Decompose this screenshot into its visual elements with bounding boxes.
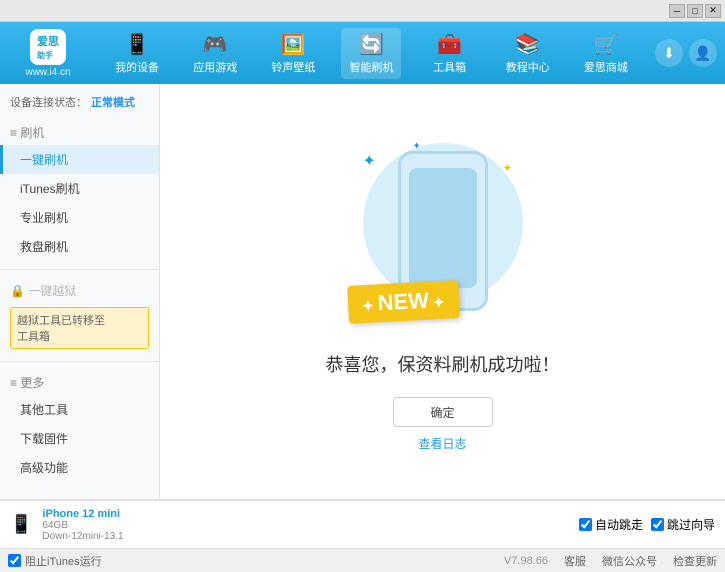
device-storage: 64GB: [42, 520, 123, 531]
nav-bar: 📱 我的设备 🎮 应用游戏 🖼️ 铃声壁纸 🔄 智能刷机 🧰 工具箱 📚 教程中…: [98, 28, 645, 79]
logo-icon: 爱思助手: [30, 29, 66, 65]
toolbox-icon: 🧰: [437, 32, 462, 57]
sidebar-itunes-flash[interactable]: iTunes刷机: [0, 174, 159, 203]
sidebar-flash-header: ≡ 刷机: [0, 120, 159, 145]
smart-flash-icon: 🔄: [359, 32, 384, 57]
sidebar-divider-2: [0, 361, 159, 362]
content-area: NEW ✦ ✦ ✦ 恭喜您，保资料刷机成功啦！ 确定 查看日志: [160, 84, 725, 499]
nav-shop[interactable]: 🛒 爱思商城: [576, 28, 636, 79]
shop-icon: 🛒: [593, 32, 618, 57]
wallpaper-icon: 🖼️: [281, 32, 306, 57]
wechat-link[interactable]: 微信公众号: [602, 553, 657, 569]
nav-my-device[interactable]: 📱 我的设备: [107, 28, 167, 79]
sparkle-1: ✦: [363, 151, 376, 171]
bottom-right-links: V7.98.66 客服 微信公众号 检查更新: [504, 553, 717, 569]
sidebar-download-firmware[interactable]: 下载固件: [0, 424, 159, 453]
sparkle-2: ✦: [502, 161, 512, 175]
minimize-button[interactable]: ─: [669, 4, 685, 18]
header-right: ⬇ 👤: [655, 39, 717, 67]
sidebar-more-section: ≡ 更多 其他工具 下载固件 高级功能: [0, 366, 159, 486]
version-text: V7.98.66: [504, 555, 548, 567]
success-message: 恭喜您，保资料刷机成功啦！: [326, 351, 560, 377]
status-bottom-bar: 阻止iTunes运行 V7.98.66 客服 微信公众号 检查更新: [0, 548, 725, 572]
device-phone-icon: 📱: [10, 514, 32, 535]
sparkle-3: ✦: [413, 141, 421, 152]
device-name: iPhone 12 mini: [42, 508, 123, 520]
logo-url: www.i4.cn: [25, 67, 70, 78]
apps-icon: 🎮: [203, 32, 228, 57]
jailbreak-note: 越狱工具已转移至工具箱: [10, 307, 149, 349]
auto-jump-input[interactable]: [579, 518, 592, 531]
nav-toolbox[interactable]: 🧰 工具箱: [420, 28, 480, 79]
status-label: 设备连接状态：: [10, 94, 87, 110]
confirm-button[interactable]: 确定: [393, 397, 493, 427]
nav-wallpaper[interactable]: 🖼️ 铃声壁纸: [263, 28, 323, 79]
header: 爱思助手 www.i4.cn 📱 我的设备 🎮 应用游戏 🖼️ 铃声壁纸 🔄 智…: [0, 22, 725, 84]
new-badge: NEW: [347, 280, 459, 324]
checkbox-row: 自动跳走 跳过向导: [579, 516, 715, 533]
skip-wizard-checkbox[interactable]: 跳过向导: [651, 516, 715, 533]
itunes-status-label: 阻止iTunes运行: [25, 553, 102, 569]
close-button[interactable]: ✕: [705, 4, 721, 18]
skip-wizard-input[interactable]: [651, 518, 664, 531]
sidebar-data-flash[interactable]: 救盘刷机: [0, 232, 159, 261]
connection-status: 设备连接状态： 正常模式: [0, 88, 159, 116]
sidebar-flash-section: ≡ 刷机 一键刷机 iTunes刷机 专业刷机 救盘刷机: [0, 116, 159, 265]
tutorial-icon: 📚: [515, 32, 540, 57]
auto-jump-label: 自动跳走: [595, 516, 643, 533]
nav-apps[interactable]: 🎮 应用游戏: [185, 28, 245, 79]
bottom-wrapper: 📱 iPhone 12 mini 64GB Down-12mini-13.1 自…: [0, 499, 725, 571]
skip-wizard-label: 跳过向导: [667, 516, 715, 533]
status-value: 正常模式: [91, 94, 135, 110]
check-update-link[interactable]: 检查更新: [673, 553, 717, 569]
customer-service-link[interactable]: 客服: [564, 553, 586, 569]
device-info: iPhone 12 mini 64GB Down-12mini-13.1: [42, 508, 123, 542]
phone-screen: [409, 168, 477, 288]
sidebar-jailbreak-header: 🔒 一键越狱: [0, 278, 159, 303]
main-content: 设备连接状态： 正常模式 ≡ 刷机 一键刷机 iTunes刷机 专业刷机 救盘刷…: [0, 84, 725, 499]
sidebar-one-click-flash[interactable]: 一键刷机: [0, 145, 159, 174]
nav-smart-flash[interactable]: 🔄 智能刷机: [341, 28, 401, 79]
itunes-checkbox[interactable]: [8, 554, 21, 567]
sidebar: 设备连接状态： 正常模式 ≡ 刷机 一键刷机 iTunes刷机 专业刷机 救盘刷…: [0, 84, 160, 499]
nav-tutorial[interactable]: 📚 教程中心: [498, 28, 558, 79]
success-illustration: NEW ✦ ✦ ✦: [343, 131, 543, 331]
download-button[interactable]: ⬇: [655, 39, 683, 67]
log-link[interactable]: 查看日志: [418, 435, 466, 452]
device-bar: 📱 iPhone 12 mini 64GB Down-12mini-13.1 自…: [0, 500, 725, 548]
sidebar-advanced[interactable]: 高级功能: [0, 453, 159, 482]
auto-jump-checkbox[interactable]: 自动跳走: [579, 516, 643, 533]
sidebar-other-tools[interactable]: 其他工具: [0, 395, 159, 424]
maximize-button[interactable]: □: [687, 4, 703, 18]
device-firmware: Down-12mini-13.1: [42, 531, 123, 542]
sidebar-pro-flash[interactable]: 专业刷机: [0, 203, 159, 232]
my-device-icon: 📱: [125, 32, 150, 57]
itunes-status: 阻止iTunes运行: [8, 553, 102, 569]
sidebar-divider-1: [0, 269, 159, 270]
logo[interactable]: 爱思助手 www.i4.cn: [8, 29, 88, 78]
sidebar-jailbreak-section: 🔒 一键越狱 越狱工具已转移至工具箱: [0, 274, 159, 357]
sidebar-more-header: ≡ 更多: [0, 370, 159, 395]
title-bar: ─ □ ✕: [0, 0, 725, 22]
user-button[interactable]: 👤: [689, 39, 717, 67]
